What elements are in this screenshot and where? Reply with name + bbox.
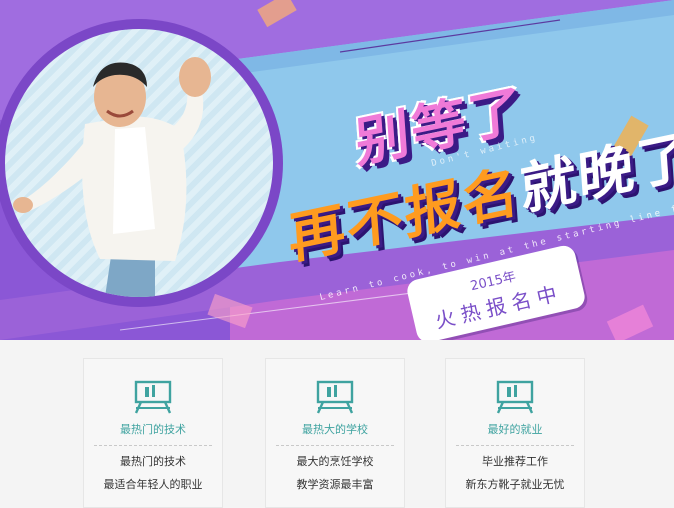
- monitor-easel-icon: [496, 380, 534, 414]
- divider: [276, 445, 394, 446]
- feature-title: 最热门的技术: [120, 423, 186, 436]
- divider: [94, 445, 212, 446]
- portrait-frame: [0, 19, 283, 307]
- feature-line-2: 教学资源最丰富: [296, 478, 374, 491]
- feature-title: 最好的就业: [487, 423, 543, 436]
- feature-line-1: 最大的烹饪学校: [296, 455, 374, 468]
- person-illustration: [13, 57, 211, 297]
- feature-line-2: 最适合年轻人的职业: [103, 478, 203, 491]
- divider: [456, 445, 574, 446]
- monitor-easel-icon: [134, 380, 172, 414]
- promo-banner[interactable]: 别等了 再不报名就晚了 Don't waiting Learn to cook,…: [0, 0, 674, 340]
- feature-line-2: 新东方靴子就业无忧: [465, 478, 565, 491]
- feature-card-big-school[interactable]: 最热大的学校 最大的烹饪学校 教学资源最丰富: [265, 358, 405, 508]
- feature-title: 最热大的学校: [302, 423, 368, 436]
- feature-card-best-jobs[interactable]: 最好的就业 毕业推荐工作 新东方靴子就业无忧: [445, 358, 585, 508]
- feature-line-1: 毕业推荐工作: [482, 455, 548, 468]
- portrait-photo: [5, 29, 273, 297]
- monitor-easel-icon: [316, 380, 354, 414]
- features-section: 最热门的技术 最热门的技术 最适合年轻人的职业 最热大的学校 最大的烹饪学校 教…: [0, 340, 674, 508]
- feature-line-1: 最热门的技术: [120, 455, 186, 468]
- feature-card-hot-tech[interactable]: 最热门的技术 最热门的技术 最适合年轻人的职业: [83, 358, 223, 508]
